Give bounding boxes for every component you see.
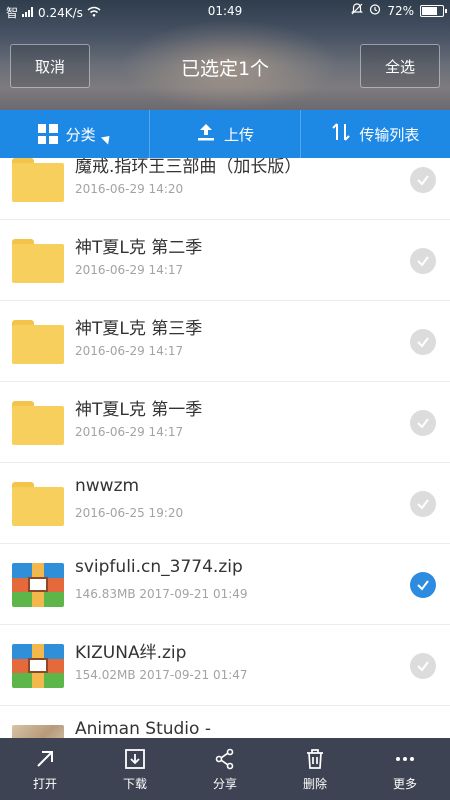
file-meta: 2016-06-29 14:17: [75, 344, 184, 358]
battery-icon: [420, 4, 447, 17]
alarm-icon: [369, 3, 381, 18]
select-checkbox[interactable]: [410, 653, 436, 679]
grid-icon: [37, 124, 58, 144]
delete-label: 删除: [302, 776, 327, 791]
status-bar: 智 0.24K/s 01:49 72%: [0, 0, 450, 22]
file-meta: 2016-06-29 14:17: [75, 425, 184, 439]
folder-icon: [12, 401, 64, 445]
check-icon: [417, 418, 429, 429]
list-item[interactable]: 神T夏L克 第三季 2016-06-29 14:17: [0, 302, 450, 382]
select-checkbox[interactable]: [410, 329, 436, 355]
zip-archive-icon: [12, 644, 64, 688]
list-item[interactable]: nwwzm 2016-06-25 19:20: [0, 464, 450, 544]
open-button[interactable]: 打开: [0, 738, 90, 800]
folder-icon: [12, 239, 64, 283]
check-icon: [417, 499, 429, 510]
upload-label: 上传: [223, 125, 254, 144]
folder-icon: [12, 482, 64, 526]
check-icon: [417, 175, 429, 186]
open-arrow-icon: [37, 750, 53, 767]
select-all-button[interactable]: 全选: [360, 44, 440, 88]
check-icon: [417, 256, 429, 267]
folder-icon: [12, 320, 64, 364]
file-meta: 2016-06-29 14:17: [75, 263, 184, 277]
file-name: svipfuli.cn_3774.zip: [75, 557, 243, 577]
more-button[interactable]: 更多: [360, 738, 450, 800]
file-name: 神T夏L克 第二季: [75, 238, 203, 258]
delete-button[interactable]: 删除: [270, 738, 360, 800]
download-button[interactable]: 下载: [90, 738, 180, 800]
upload-button[interactable]: 上传: [149, 110, 299, 158]
category-label: 分类: [65, 125, 96, 144]
file-name: nwwzm: [75, 476, 140, 496]
select-checkbox[interactable]: [410, 248, 436, 274]
check-icon: [417, 337, 429, 348]
mute-icon: [351, 3, 364, 18]
file-list: 魔戒.指环王三部曲（加长版） 2016-06-29 14:20 神T夏L克 第二…: [0, 158, 450, 738]
check-icon: [417, 661, 429, 672]
file-name: KIZUNA绊.zip: [75, 643, 187, 663]
bottom-action-bar: 打开 下载 分享 删除 更多: [0, 738, 450, 800]
list-item[interactable]: KIZUNA绊.zip 154.02MB 2017-09-21 01:47: [0, 626, 450, 706]
category-button[interactable]: 分类: [0, 110, 149, 158]
file-name: Animan Studio -: [75, 719, 211, 738]
check-icon: [417, 580, 429, 591]
share-label: 分享: [212, 776, 237, 791]
image-thumbnail: [12, 725, 64, 738]
caret-icon: [100, 131, 113, 145]
header: 智 0.24K/s 01:49 72% 取消 已选定1个 全选: [0, 0, 450, 110]
list-item[interactable]: 魔戒.指环王三部曲（加长版） 2016-06-29 14:20: [0, 158, 450, 220]
file-meta: 154.02MB 2017-09-21 01:47: [75, 668, 248, 682]
trash-icon: [307, 748, 323, 769]
more-label: 更多: [392, 776, 417, 791]
file-meta: 146.83MB 2017-09-21 01:49: [75, 587, 248, 601]
folder-icon: [12, 158, 64, 202]
select-checkbox[interactable]: [410, 491, 436, 517]
list-item[interactable]: Animan Studio -: [0, 707, 450, 738]
select-checkbox[interactable]: [410, 410, 436, 436]
select-checkbox-checked[interactable]: [410, 572, 436, 598]
file-meta: 2016-06-29 14:20: [75, 182, 184, 196]
list-item[interactable]: 神T夏L克 第二季 2016-06-29 14:17: [0, 221, 450, 301]
open-label: 打开: [32, 776, 57, 791]
file-meta: 2016-06-25 19:20: [75, 506, 184, 520]
action-toolbar: 分类 上传 传输列表: [0, 110, 450, 158]
upload-icon: [196, 122, 216, 146]
file-name: 魔戒.指环王三部曲（加长版）: [75, 158, 302, 177]
share-button[interactable]: 分享: [180, 738, 270, 800]
list-item[interactable]: 神T夏L克 第一季 2016-06-29 14:17: [0, 383, 450, 463]
more-dots-icon: [396, 756, 414, 761]
transfer-label: 传输列表: [359, 125, 420, 144]
file-name: 神T夏L克 第一季: [75, 400, 203, 420]
list-item[interactable]: svipfuli.cn_3774.zip 146.83MB 2017-09-21…: [0, 545, 450, 625]
battery-percent: 72%: [387, 3, 414, 18]
file-name: 神T夏L克 第三季: [75, 319, 203, 339]
select-checkbox[interactable]: [410, 167, 436, 193]
transfer-list-button[interactable]: 传输列表: [299, 110, 450, 158]
download-label: 下载: [122, 776, 147, 791]
zip-archive-icon: [12, 563, 64, 607]
share-icon: [215, 748, 234, 769]
download-icon: [125, 748, 145, 769]
transfer-icon: [331, 122, 351, 146]
